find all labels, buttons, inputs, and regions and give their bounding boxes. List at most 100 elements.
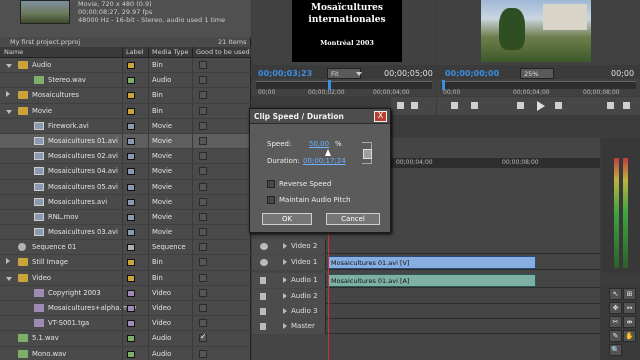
step-forward-icon[interactable] xyxy=(555,102,562,109)
mark-in-icon[interactable] xyxy=(451,102,458,109)
project-item-row[interactable]: Mosaicultures 01.avi Movie xyxy=(0,133,251,150)
disclosure-closed-icon[interactable] xyxy=(283,293,287,299)
disclosure-closed-icon[interactable] xyxy=(283,308,287,314)
disclosure-closed-icon[interactable] xyxy=(283,243,287,249)
good-to-be-used-checkbox[interactable] xyxy=(199,304,207,312)
good-to-be-used-checkbox[interactable] xyxy=(199,243,207,252)
source-timecode-current[interactable]: 00;00;03;23 xyxy=(258,69,312,78)
project-item-row[interactable]: Copyright 2003 Video xyxy=(0,285,251,301)
good-to-be-used-checkbox[interactable] xyxy=(199,273,207,282)
razor-tool-icon[interactable]: ✂ xyxy=(609,316,622,328)
column-name[interactable]: Name xyxy=(4,48,23,56)
good-to-be-used-checkbox[interactable] xyxy=(199,288,207,297)
track-header[interactable]: Video 2 xyxy=(252,239,326,254)
selection-tool-icon[interactable]: ↖ xyxy=(609,288,622,300)
good-to-be-used-checkbox[interactable] xyxy=(199,121,207,130)
timeline-clip[interactable]: Mosaicultures 01.avi [V] xyxy=(328,256,536,269)
project-item-row[interactable]: Movie Bin xyxy=(0,103,251,119)
project-item-row[interactable]: Mosaicultures 02.avi Movie xyxy=(0,149,251,165)
rate-stretch-tool-icon[interactable]: ↔ xyxy=(623,302,636,314)
pen-tool-icon[interactable]: ✎ xyxy=(609,330,622,342)
step-back-icon[interactable] xyxy=(397,102,404,109)
link-icon[interactable] xyxy=(362,142,372,164)
speed-field[interactable]: 50,00 xyxy=(309,140,329,148)
good-to-be-used-checkbox[interactable] xyxy=(199,167,207,176)
program-playhead[interactable] xyxy=(442,80,445,90)
speaker-icon[interactable] xyxy=(260,277,266,284)
project-item-row[interactable]: RNL.mov Movie xyxy=(0,209,251,226)
project-item-row[interactable]: Mono.wav Audio xyxy=(0,346,251,360)
good-to-be-used-checkbox[interactable] xyxy=(199,76,207,85)
good-to-be-used-checkbox[interactable] xyxy=(199,182,207,191)
good-to-be-used-checkbox[interactable] xyxy=(199,212,207,221)
project-item-row[interactable]: Video Bin xyxy=(0,270,251,286)
track-header[interactable]: Audio 1 xyxy=(252,273,326,288)
disclosure-open-icon[interactable] xyxy=(6,64,12,68)
step-back-icon[interactable] xyxy=(517,102,524,109)
timeline-ruler[interactable]: 00;00;04;00 00;00;08;00 xyxy=(390,158,600,168)
good-to-be-used-checkbox[interactable] xyxy=(199,332,207,343)
lift-icon[interactable] xyxy=(607,102,614,109)
track-header[interactable]: Audio 3 xyxy=(252,304,326,319)
ok-button[interactable]: OK xyxy=(262,213,312,225)
good-to-be-used-checkbox[interactable] xyxy=(199,61,207,69)
track-header[interactable]: Master xyxy=(252,319,326,334)
project-item-row[interactable]: Mosaicultures.avi Movie xyxy=(0,194,251,210)
disclosure-closed-icon[interactable] xyxy=(283,277,287,283)
project-item-row[interactable]: Firework.avi Movie xyxy=(0,118,251,134)
eye-icon[interactable] xyxy=(260,259,268,266)
project-item-row[interactable]: VT-S001.tga Video xyxy=(0,316,251,332)
column-label[interactable]: Label xyxy=(126,48,144,56)
play-icon[interactable] xyxy=(537,101,545,111)
hand-tool-icon[interactable]: ✋ xyxy=(623,330,636,342)
good-to-be-used-checkbox[interactable] xyxy=(199,197,207,206)
close-button[interactable]: X xyxy=(374,111,387,122)
good-to-be-used-checkbox[interactable] xyxy=(199,349,207,358)
speaker-icon[interactable] xyxy=(260,293,266,300)
column-media-type[interactable]: Media Type xyxy=(152,48,189,56)
maintain-audio-pitch-checkbox[interactable] xyxy=(267,196,275,204)
project-item-row[interactable]: Still Image Bin xyxy=(0,255,251,271)
disclosure-open-icon[interactable] xyxy=(6,276,12,281)
ripple-edit-tool-icon[interactable]: ✥ xyxy=(609,302,622,314)
speaker-icon[interactable] xyxy=(260,308,266,315)
good-to-be-used-checkbox[interactable] xyxy=(199,152,207,161)
cancel-button[interactable]: Cancel xyxy=(326,213,380,225)
project-item-row[interactable]: Mosaicultures+alpha.mov Video xyxy=(0,301,251,317)
timeline-clip[interactable]: Mosaicultures 01.avi [A] xyxy=(328,274,536,287)
program-timecode-current[interactable]: 00;00;00;00 xyxy=(445,69,499,78)
slip-tool-icon[interactable]: ⇹ xyxy=(623,316,636,328)
project-item-row[interactable]: Mosaicultures 05.avi Movie xyxy=(0,179,251,195)
program-ruler[interactable] xyxy=(441,81,636,89)
mark-out-icon[interactable] xyxy=(471,102,478,109)
disclosure-open-icon[interactable] xyxy=(6,109,12,114)
source-playhead[interactable] xyxy=(328,80,331,90)
clip-thumbnail[interactable] xyxy=(20,0,70,24)
track-header[interactable]: Video 1 xyxy=(252,255,326,270)
project-item-row[interactable]: Sequence 01 Sequence xyxy=(0,240,251,256)
duration-field[interactable]: 00;00;17;24 xyxy=(303,157,346,165)
good-to-be-used-checkbox[interactable] xyxy=(199,106,207,115)
track-header[interactable]: Audio 2 xyxy=(252,289,326,304)
disclosure-closed-icon[interactable] xyxy=(6,258,10,265)
project-item-row[interactable]: 5.1.wav Audio xyxy=(0,331,251,347)
project-item-row[interactable]: Mosaicultures 04.avi Movie xyxy=(0,164,251,180)
project-item-row[interactable]: Stereo.wav Audio xyxy=(0,73,251,89)
track-select-tool-icon[interactable]: ⊞ xyxy=(623,288,636,300)
good-to-be-used-checkbox[interactable] xyxy=(199,91,207,100)
good-to-be-used-checkbox[interactable] xyxy=(199,258,207,267)
source-ruler[interactable] xyxy=(256,81,432,89)
good-to-be-used-checkbox[interactable] xyxy=(199,136,207,145)
zoom-tool-icon[interactable]: 🔍 xyxy=(609,344,622,356)
step-forward-icon[interactable] xyxy=(411,102,418,109)
eye-icon[interactable] xyxy=(260,243,268,250)
reverse-speed-checkbox[interactable] xyxy=(267,180,275,188)
disclosure-closed-icon[interactable] xyxy=(283,259,287,265)
disclosure-closed-icon[interactable] xyxy=(6,91,10,98)
speaker-icon[interactable] xyxy=(260,323,266,330)
project-item-row[interactable]: Mosaicultures 03.avi Movie xyxy=(0,225,251,241)
column-good-to-be-used[interactable]: Good to be used xyxy=(196,48,250,56)
project-item-row[interactable]: Mosaicultures Bin xyxy=(0,88,251,104)
good-to-be-used-checkbox[interactable] xyxy=(199,319,207,328)
program-zoom-dropdown[interactable]: 25% xyxy=(520,68,554,79)
